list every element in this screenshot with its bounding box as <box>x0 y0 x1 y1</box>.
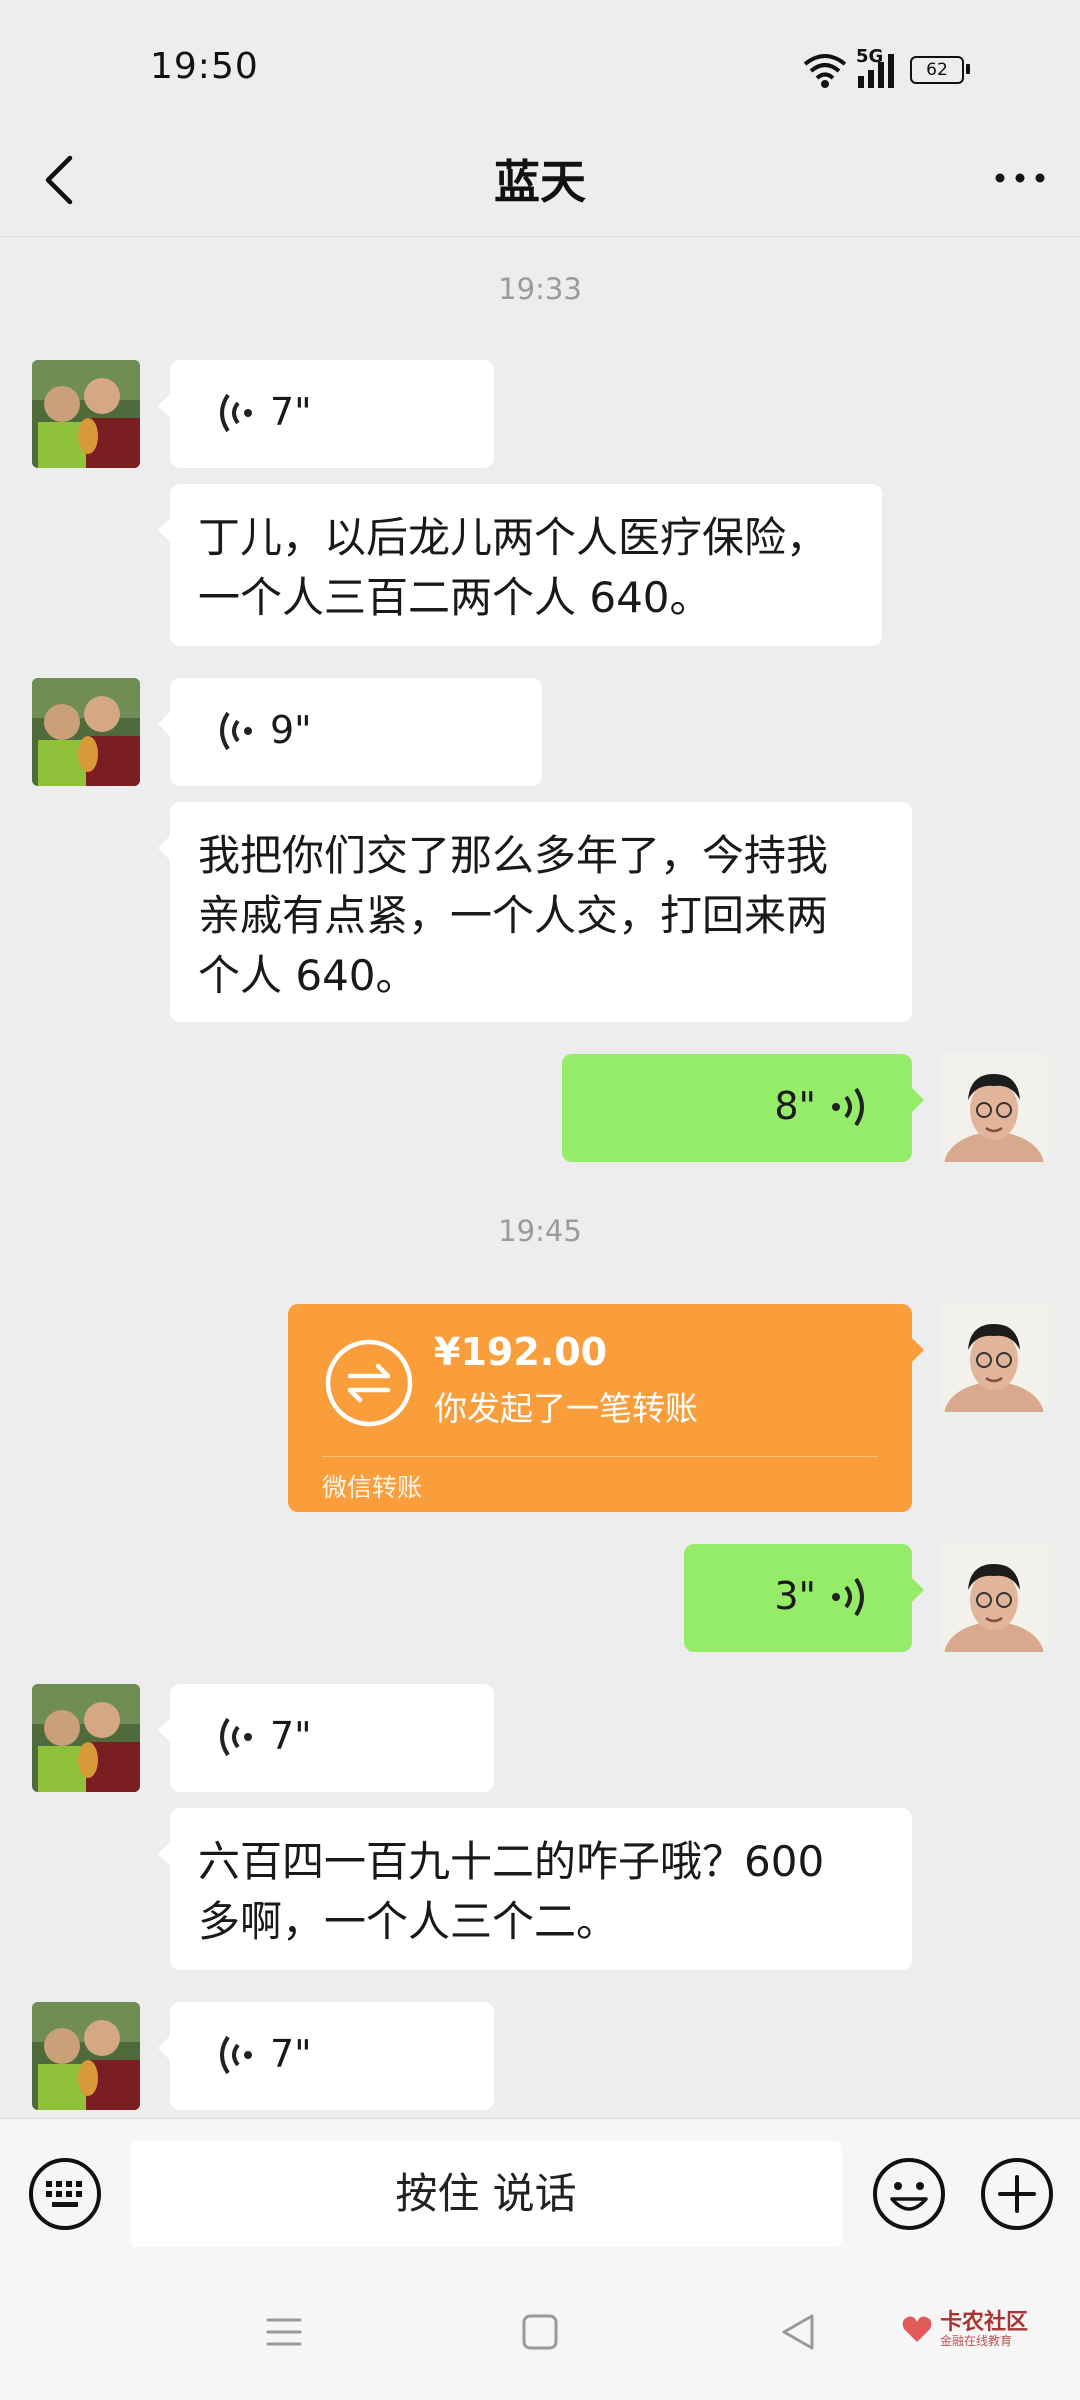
received-text-message[interactable]: 我把你们交了那么多年了，今持我 亲戚有点紧，一个人交，打回来两 个人 640。 <box>158 802 912 1022</box>
more-icon <box>995 173 1045 183</box>
plus-icon <box>981 2158 1053 2230</box>
nav-menu-icon[interactable] <box>262 2310 306 2354</box>
contact-avatar[interactable] <box>32 2002 140 2110</box>
voice-duration: 7" <box>270 2032 312 2076</box>
keyboard-icon <box>29 2158 101 2230</box>
more-button[interactable] <box>984 142 1056 214</box>
voice-wave-icon <box>220 393 252 433</box>
transfer-message-card[interactable]: ¥192.00 你发起了一笔转账 微信转账 <box>288 1304 924 1512</box>
watermark-subtext: 金融在线教育 <box>940 2334 1013 2348</box>
transfer-source-label: 微信转账 <box>322 1473 423 1502</box>
transfer-description: 你发起了一笔转账 <box>434 1389 698 1428</box>
watermark-logo: 卡农社区 金融在线教育 <box>900 2304 1060 2360</box>
voice-wave-icon <box>220 2035 252 2075</box>
voice-duration: 7" <box>270 390 312 434</box>
status-icons: 5G 62 <box>802 46 1012 92</box>
hold-to-talk-button[interactable]: 按住 说话 <box>130 2141 842 2247</box>
chat-header: 蓝天 <box>0 120 1080 237</box>
status-time: 19:50 <box>150 46 259 87</box>
message-text-line: 一个人三百二两个人 640。 <box>198 573 712 622</box>
nav-back-icon[interactable] <box>776 2310 820 2354</box>
received-text-message[interactable]: 六百四一百九十二的咋子哦？600 多啊，一个人三个二。 <box>158 1808 912 1970</box>
contact-avatar[interactable] <box>32 678 140 786</box>
voice-wave-icon <box>220 1717 252 1757</box>
sent-voice-message[interactable]: 3" <box>684 1544 924 1652</box>
message-text-line: 我把你们交了那么多年了，今持我 <box>198 831 829 880</box>
received-voice-message[interactable]: 7" <box>158 360 494 468</box>
voice-wave-icon <box>832 1577 864 1617</box>
more-functions-button[interactable] <box>980 2157 1054 2231</box>
chat-input-bar: 按住 说话 <box>0 2118 1080 2267</box>
received-voice-message[interactable]: 9" <box>158 678 542 786</box>
nav-home-icon[interactable] <box>518 2310 562 2354</box>
voice-wave-icon <box>220 711 252 751</box>
message-text-line: 亲戚有点紧，一个人交，打回来两 <box>198 891 829 940</box>
watermark-heart-icon <box>902 2316 932 2342</box>
transfer-arrows-icon <box>325 1339 413 1427</box>
voice-duration: 7" <box>270 1714 312 1758</box>
battery-icon: 62 <box>910 56 970 84</box>
transfer-divider <box>322 1456 878 1457</box>
wifi-icon <box>803 54 847 88</box>
chat-title: 蓝天 <box>494 155 586 209</box>
contact-avatar[interactable] <box>32 360 140 468</box>
sent-voice-message[interactable]: 8" <box>562 1054 924 1162</box>
transfer-amount: ¥192.00 <box>434 1330 608 1374</box>
message-text-line: 个人 640。 <box>198 951 418 1000</box>
message-timestamp: 19:45 <box>498 1214 582 1248</box>
emoji-icon <box>873 2158 945 2230</box>
message-text-line: 六百四一百九十二的咋子哦？600 <box>198 1837 825 1886</box>
voice-duration: 9" <box>270 708 312 752</box>
contact-avatar[interactable] <box>32 1684 140 1792</box>
my-avatar[interactable] <box>940 1304 1048 1412</box>
keyboard-toggle-button[interactable] <box>28 2157 102 2231</box>
voice-wave-icon <box>832 1087 864 1127</box>
voice-duration: 8" <box>774 1084 816 1128</box>
battery-level: 62 <box>926 60 948 80</box>
received-voice-message[interactable]: 7" <box>158 2002 494 2110</box>
signal-icon <box>858 54 894 88</box>
my-avatar[interactable] <box>940 1054 1048 1162</box>
message-timestamp: 19:33 <box>498 272 582 306</box>
message-text-line: 多啊，一个人三个二。 <box>198 1897 619 1946</box>
received-text-message[interactable]: 丁儿，以后龙儿两个人医疗保险， 一个人三百二两个人 640。 <box>158 484 882 646</box>
voice-duration: 3" <box>774 1574 816 1618</box>
system-navigation-bar: 卡农社区 金融在线教育 <box>0 2266 1080 2400</box>
emoji-button[interactable] <box>872 2157 946 2231</box>
status-bar: 19:50 5G 62 <box>0 0 1080 140</box>
message-text-line: 丁儿，以后龙儿两个人医疗保险， <box>198 513 829 562</box>
received-voice-message[interactable]: 7" <box>158 1684 494 1792</box>
my-avatar[interactable] <box>940 1544 1048 1652</box>
